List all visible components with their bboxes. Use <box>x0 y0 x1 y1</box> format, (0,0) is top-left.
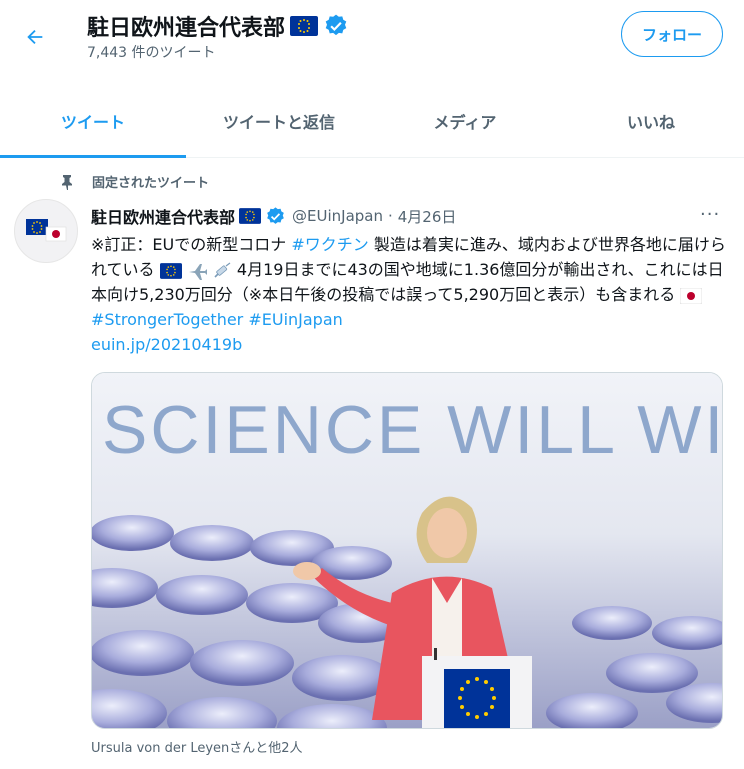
tweet-handle[interactable]: @EUinJapan <box>292 207 383 225</box>
airplane-emoji-icon <box>188 263 207 280</box>
tab-tweets[interactable]: ツイート <box>0 84 186 158</box>
lectern <box>422 648 532 728</box>
tab-label: ツイートと返信 <box>222 112 335 132</box>
tweet-author-name[interactable]: 駐日欧州連合代表部 <box>91 204 235 228</box>
tweet-url-link[interactable]: euin.jp/20210419b <box>91 335 242 354</box>
eu-japan-flags-icon <box>26 219 67 242</box>
more-options-button[interactable]: ··· <box>700 204 720 225</box>
profile-name: 駐日欧州連合代表部 <box>87 16 286 41</box>
tab-label: メディア <box>433 112 497 132</box>
tweet-count: 7,443 件のツイート <box>87 45 216 61</box>
syringe-emoji-icon <box>214 262 231 278</box>
verified-badge-icon <box>325 14 347 36</box>
tweet-date[interactable]: 4月26日 <box>398 206 457 227</box>
back-button[interactable] <box>18 20 52 54</box>
japan-flag-emoji-icon <box>680 287 703 304</box>
tab-likes[interactable]: いいね <box>558 84 744 157</box>
profile-tabs: ツイート ツイートと返信 メディア いいね <box>0 84 744 158</box>
tab-label: いいね <box>626 112 675 132</box>
profile-header: 駐日欧州連合代表部 7,443 件のツイート フォロー <box>0 0 744 70</box>
verified-badge-icon <box>267 206 284 224</box>
tweet-text-segment: ※訂正：EUでの新型コロナ <box>91 235 292 254</box>
pin-icon <box>62 174 72 190</box>
tweet-text: ※訂正：EUでの新型コロナ #ワクチン 製造は着実に進み、域内および世界各地に届… <box>91 232 731 357</box>
avatar[interactable] <box>14 199 78 263</box>
follow-button[interactable]: フォロー <box>621 11 723 57</box>
tweet-separator: · <box>387 207 393 225</box>
media-banner-text: SCIENCE WILL WIN <box>102 392 723 468</box>
hashtag-link[interactable]: #EUinJapan <box>248 310 342 329</box>
tab-media[interactable]: メディア <box>372 84 558 157</box>
tweet-media-image[interactable]: SCIENCE WILL WIN <box>91 372 723 729</box>
page-title: 駐日欧州連合代表部 <box>87 10 349 42</box>
tab-label: ツイート <box>60 112 125 132</box>
pinned-label-text: 固定されたツイート <box>92 176 210 191</box>
hashtag-link[interactable]: #StrongerTogether <box>91 310 243 329</box>
hashtag-link[interactable]: #ワクチン <box>291 235 368 254</box>
tweet-header: 駐日欧州連合代表部 @EUinJapan · 4月26日 <box>91 204 456 228</box>
active-tab-indicator <box>0 155 186 158</box>
science-will-win-photo: SCIENCE WILL WIN <box>92 373 723 728</box>
tagged-people-caption[interactable]: Ursula von der Leyenさんと他2人 <box>91 737 303 756</box>
eu-flag-icon <box>290 16 319 36</box>
eu-flag-icon <box>239 208 262 224</box>
tab-tweets-and-replies[interactable]: ツイートと返信 <box>186 84 372 157</box>
eu-flag-emoji-icon <box>159 262 182 279</box>
pinned-tweet-label: 固定されたツイート <box>60 172 209 191</box>
arrow-left-icon <box>27 29 43 45</box>
